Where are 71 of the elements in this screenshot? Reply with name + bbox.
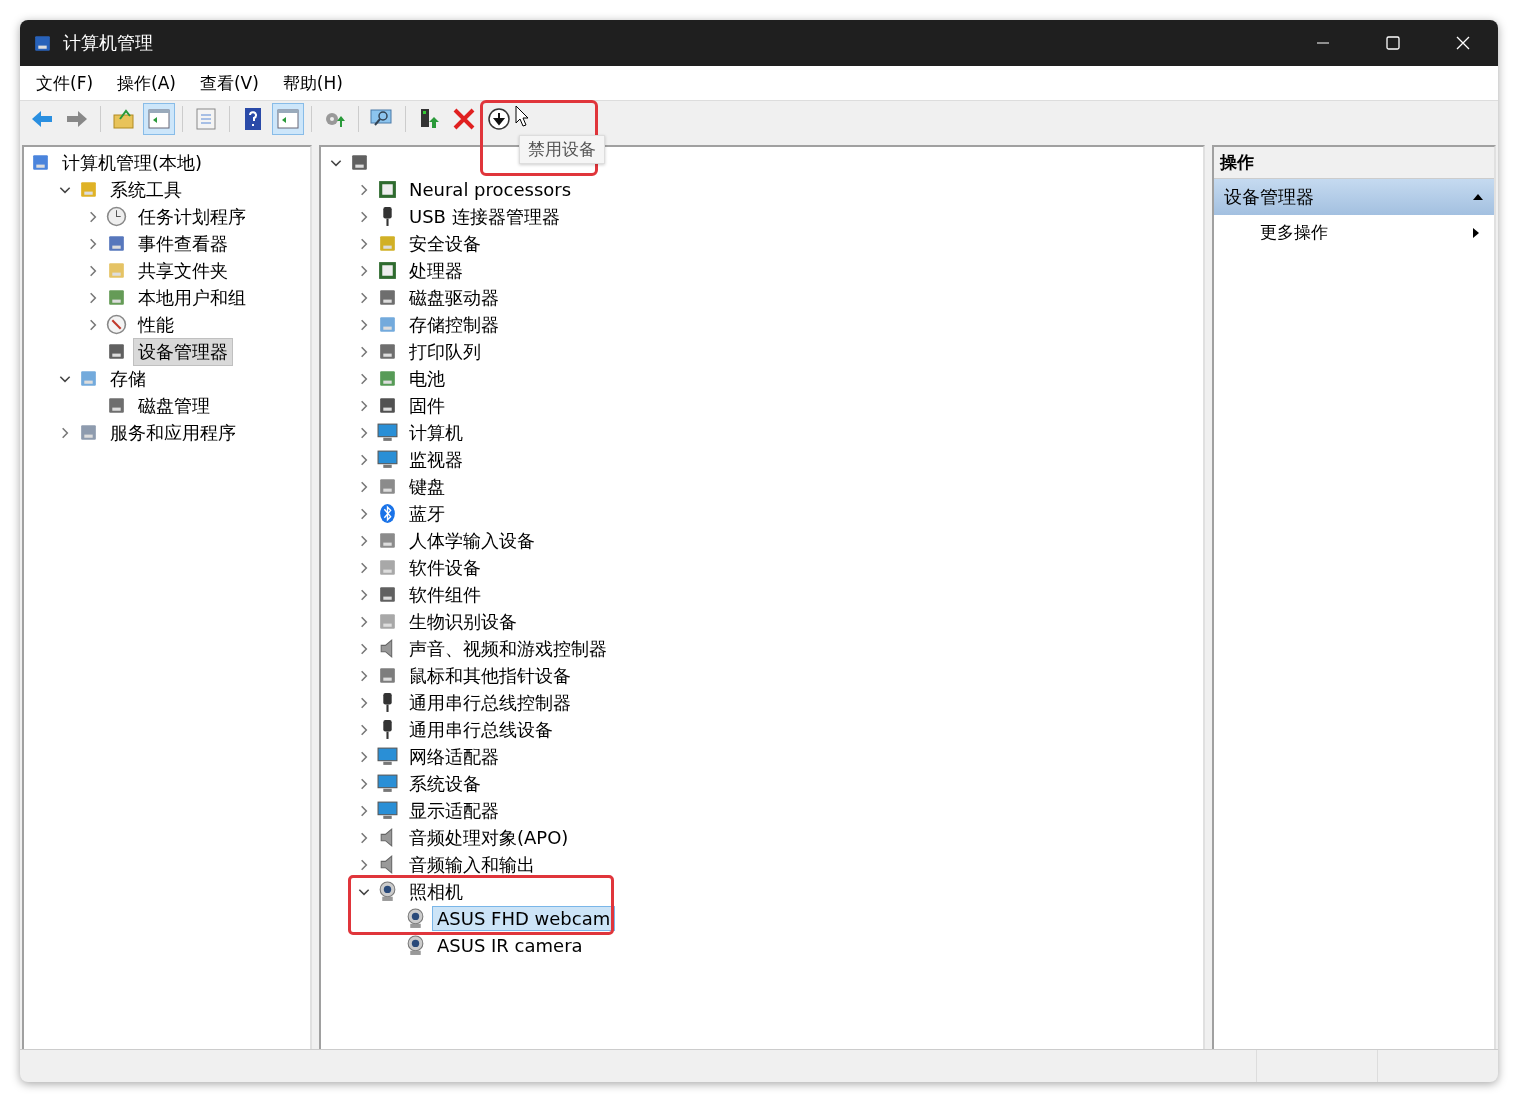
monitor-icon: [377, 422, 398, 443]
folder-up-icon: [112, 107, 136, 131]
webcam-icon: [405, 935, 426, 956]
tree-item[interactable]: 共享文件夹: [133, 256, 233, 285]
bluetooth-icon: [377, 503, 398, 524]
device-item[interactable]: 磁盘驱动器: [404, 283, 504, 312]
device-item[interactable]: ASUS IR camera: [432, 933, 588, 958]
tree-item[interactable]: 任务计划程序: [133, 202, 251, 231]
device-item[interactable]: 生物识别设备: [404, 607, 522, 636]
tree-item[interactable]: 计算机管理(本地): [57, 148, 208, 177]
device-item[interactable]: 音频处理对象(APO): [404, 823, 574, 852]
actions-section-header[interactable]: 设备管理器: [1214, 179, 1494, 215]
device-item[interactable]: 人体学输入设备: [404, 526, 540, 555]
device-item[interactable]: 音频输入和输出: [404, 850, 540, 879]
tree-item[interactable]: 存储: [105, 364, 151, 393]
tree-item[interactable]: 性能: [133, 310, 179, 339]
monitor-icon: [377, 800, 398, 821]
device-item[interactable]: 显示适配器: [404, 796, 504, 825]
tree-item[interactable]: 系统工具: [105, 175, 187, 204]
pane-icon: [147, 107, 171, 131]
device-item[interactable]: 照相机: [404, 877, 468, 906]
webcam-icon: [405, 908, 426, 929]
device-item[interactable]: 存储控制器: [404, 310, 504, 339]
device-item[interactable]: 软件设备: [404, 553, 486, 582]
pane-icon: [276, 107, 300, 131]
device-item[interactable]: 电池: [404, 364, 450, 393]
tree-item[interactable]: 磁盘管理: [133, 391, 215, 420]
mouse-cursor-icon: [515, 105, 529, 127]
menu-item[interactable]: 帮助(H): [282, 71, 343, 95]
device-item[interactable]: 系统设备: [404, 769, 486, 798]
tree-item[interactable]: 服务和应用程序: [105, 418, 241, 447]
gauge-icon: [106, 314, 127, 335]
device-item[interactable]: 通用串行总线设备: [404, 715, 558, 744]
clock-icon: [106, 206, 127, 227]
chip-icon: [377, 260, 398, 281]
device-item[interactable]: 软件组件: [404, 580, 486, 609]
device-item[interactable]: 监视器: [404, 445, 468, 474]
cross-icon: [452, 107, 476, 131]
monitor-icon: [377, 773, 398, 794]
tree-item[interactable]: 设备管理器: [133, 337, 233, 366]
menu-item[interactable]: 文件(F): [36, 71, 94, 95]
device-item[interactable]: 鼠标和其他指针设备: [404, 661, 576, 690]
device-item[interactable]: Neural processors: [404, 177, 577, 202]
device-item[interactable]: 固件: [404, 391, 450, 420]
monitor-icon: [377, 746, 398, 767]
device-item[interactable]: 处理器: [404, 256, 468, 285]
tree-item[interactable]: 事件查看器: [133, 229, 233, 258]
device-item[interactable]: 蓝牙: [404, 499, 450, 528]
device-item[interactable]: 计算机: [404, 418, 468, 447]
monitor-icon: [377, 449, 398, 470]
device-item[interactable]: 通用串行总线控制器: [404, 688, 576, 717]
device-item[interactable]: 键盘: [404, 472, 450, 501]
device-item[interactable]: 声音、视频和游戏控制器: [404, 634, 612, 663]
action-item[interactable]: 更多操作: [1260, 221, 1328, 244]
menu-item[interactable]: 操作(A): [117, 71, 176, 95]
properties-icon: [194, 107, 218, 131]
tree-button[interactable]: [143, 103, 175, 135]
window-title: 计算机管理: [63, 31, 153, 55]
tooltip: 禁用设备: [519, 135, 605, 164]
section-title: 设备管理器: [1224, 185, 1314, 209]
chip-icon: [377, 179, 398, 200]
webcam-icon: [377, 881, 398, 902]
device-item[interactable]: 打印队列: [404, 337, 486, 366]
device-item[interactable]: 网络适配器: [404, 742, 504, 771]
device-item[interactable]: 安全设备: [404, 229, 486, 258]
actions-header: 操作: [1214, 147, 1494, 179]
device-item[interactable]: ASUS FHD webcam: [432, 906, 616, 931]
tree-item[interactable]: 本地用户和组: [133, 283, 251, 312]
menu-item[interactable]: 查看(V): [199, 71, 259, 95]
device-item[interactable]: USB 连接器管理器: [404, 202, 565, 231]
down-arrow-circle-icon: [487, 107, 511, 131]
